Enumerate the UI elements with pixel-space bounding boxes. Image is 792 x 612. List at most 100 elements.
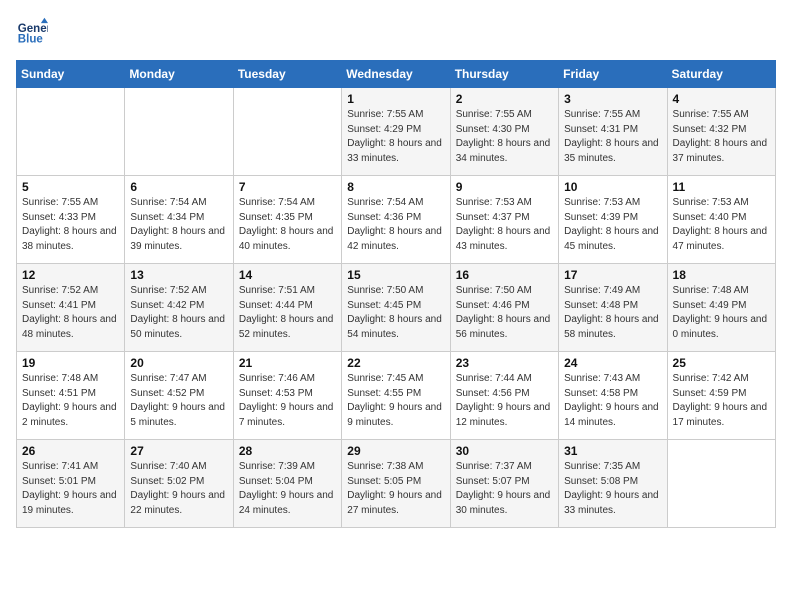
logo: General Blue [16, 16, 52, 48]
calendar-cell: 25 Sunrise: 7:42 AMSunset: 4:59 PMDayligh… [667, 352, 775, 440]
day-number: 24 [564, 356, 661, 370]
day-info: Sunrise: 7:52 AMSunset: 4:41 PMDaylight:… [22, 284, 119, 342]
day-number: 29 [347, 444, 444, 458]
day-info: Sunrise: 7:55 AMSunset: 4:33 PMDaylight:… [22, 196, 119, 254]
day-info: Sunrise: 7:55 AMSunset: 4:32 PMDaylight:… [673, 108, 770, 166]
calendar-cell: 21 Sunrise: 7:46 AMSunset: 4:53 PMDayligh… [233, 352, 341, 440]
day-number: 22 [347, 356, 444, 370]
calendar-cell: 26 Sunrise: 7:41 AMSunset: 5:01 PMDayligh… [17, 440, 125, 528]
calendar-cell: 5 Sunrise: 7:55 AMSunset: 4:33 PMDaylight… [17, 176, 125, 264]
day-number: 14 [239, 268, 336, 282]
calendar-cell: 1 Sunrise: 7:55 AMSunset: 4:29 PMDaylight… [342, 88, 450, 176]
day-info: Sunrise: 7:54 AMSunset: 4:35 PMDaylight:… [239, 196, 336, 254]
day-info: Sunrise: 7:53 AMSunset: 4:40 PMDaylight:… [673, 196, 770, 254]
calendar-week-row: 12 Sunrise: 7:52 AMSunset: 4:41 PMDayligh… [17, 264, 776, 352]
calendar-cell: 31Sunrise: 7:35 AMSunset: 5:08 PMDayligh… [559, 440, 667, 528]
calendar-cell: 12 Sunrise: 7:52 AMSunset: 4:41 PMDayligh… [17, 264, 125, 352]
day-info: Sunrise: 7:53 AMSunset: 4:39 PMDaylight:… [564, 196, 661, 254]
day-number: 30 [456, 444, 553, 458]
calendar-cell: 3 Sunrise: 7:55 AMSunset: 4:31 PMDaylight… [559, 88, 667, 176]
day-number: 25 [673, 356, 770, 370]
day-info: Sunrise: 7:55 AMSunset: 4:29 PMDaylight:… [347, 108, 444, 166]
weekday-header: Sunday [17, 61, 125, 88]
day-info: Sunrise: 7:42 AMSunset: 4:59 PMDaylight:… [673, 372, 770, 430]
day-info: Sunrise: 7:37 AMSunset: 5:07 PMDaylight:… [456, 460, 553, 518]
calendar-cell: 6Sunrise: 7:54 AMSunset: 4:34 PMDaylight… [125, 176, 233, 264]
day-info: Sunrise: 7:55 AMSunset: 4:31 PMDaylight:… [564, 108, 661, 166]
calendar-cell: 2 Sunrise: 7:55 AMSunset: 4:30 PMDaylight… [450, 88, 558, 176]
calendar-cell: 29 Sunrise: 7:38 AMSunset: 5:05 PMDayligh… [342, 440, 450, 528]
weekday-header: Thursday [450, 61, 558, 88]
calendar-cell: 4 Sunrise: 7:55 AMSunset: 4:32 PMDaylight… [667, 88, 775, 176]
day-info: Sunrise: 7:55 AMSunset: 4:30 PMDaylight:… [456, 108, 553, 166]
day-info: Sunrise: 7:41 AMSunset: 5:01 PMDaylight:… [22, 460, 119, 518]
day-number: 10 [564, 180, 661, 194]
day-info: Sunrise: 7:48 AMSunset: 4:51 PMDaylight:… [22, 372, 119, 430]
day-number: 20 [130, 356, 227, 370]
day-number: 18 [673, 268, 770, 282]
day-number: 13 [130, 268, 227, 282]
day-number: 9 [456, 180, 553, 194]
calendar-cell: 7Sunrise: 7:54 AMSunset: 4:35 PMDaylight… [233, 176, 341, 264]
svg-text:Blue: Blue [18, 34, 44, 46]
day-number: 1 [347, 92, 444, 106]
calendar-cell: 14 Sunrise: 7:51 AMSunset: 4:44 PMDayligh… [233, 264, 341, 352]
logo-icon: General Blue [16, 16, 48, 48]
day-info: Sunrise: 7:50 AMSunset: 4:45 PMDaylight:… [347, 284, 444, 342]
day-number: 19 [22, 356, 119, 370]
day-info: Sunrise: 7:51 AMSunset: 4:44 PMDaylight:… [239, 284, 336, 342]
day-number: 21 [239, 356, 336, 370]
day-info: Sunrise: 7:49 AMSunset: 4:48 PMDaylight:… [564, 284, 661, 342]
day-number: 15 [347, 268, 444, 282]
calendar-cell: 9 Sunrise: 7:53 AMSunset: 4:37 PMDaylight… [450, 176, 558, 264]
calendar-header-row: SundayMondayTuesdayWednesdayThursdayFrid… [17, 61, 776, 88]
calendar-cell: 19 Sunrise: 7:48 AMSunset: 4:51 PMDayligh… [17, 352, 125, 440]
day-number: 3 [564, 92, 661, 106]
day-info: Sunrise: 7:54 AMSunset: 4:34 PMDaylight:… [130, 196, 227, 254]
day-number: 28 [239, 444, 336, 458]
day-number: 23 [456, 356, 553, 370]
calendar-cell: 27 Sunrise: 7:40 AMSunset: 5:02 PMDayligh… [125, 440, 233, 528]
day-number: 26 [22, 444, 119, 458]
day-number: 2 [456, 92, 553, 106]
weekday-header: Tuesday [233, 61, 341, 88]
weekday-header: Friday [559, 61, 667, 88]
weekday-header: Monday [125, 61, 233, 88]
calendar-week-row: 19 Sunrise: 7:48 AMSunset: 4:51 PMDayligh… [17, 352, 776, 440]
day-info: Sunrise: 7:38 AMSunset: 5:05 PMDaylight:… [347, 460, 444, 518]
weekday-header: Wednesday [342, 61, 450, 88]
day-info: Sunrise: 7:45 AMSunset: 4:55 PMDaylight:… [347, 372, 444, 430]
calendar-cell: 11 Sunrise: 7:53 AMSunset: 4:40 PMDayligh… [667, 176, 775, 264]
day-info: Sunrise: 7:43 AMSunset: 4:58 PMDaylight:… [564, 372, 661, 430]
calendar-week-row: 1 Sunrise: 7:55 AMSunset: 4:29 PMDaylight… [17, 88, 776, 176]
calendar-cell: 13Sunrise: 7:52 AMSunset: 4:42 PMDayligh… [125, 264, 233, 352]
day-number: 8 [347, 180, 444, 194]
calendar-cell [233, 88, 341, 176]
day-info: Sunrise: 7:44 AMSunset: 4:56 PMDaylight:… [456, 372, 553, 430]
day-number: 11 [673, 180, 770, 194]
day-info: Sunrise: 7:35 AMSunset: 5:08 PMDaylight:… [564, 460, 661, 518]
calendar-week-row: 5 Sunrise: 7:55 AMSunset: 4:33 PMDaylight… [17, 176, 776, 264]
calendar-cell [17, 88, 125, 176]
day-number: 17 [564, 268, 661, 282]
calendar-cell [125, 88, 233, 176]
day-number: 4 [673, 92, 770, 106]
day-info: Sunrise: 7:39 AMSunset: 5:04 PMDaylight:… [239, 460, 336, 518]
weekday-header: Saturday [667, 61, 775, 88]
day-number: 27 [130, 444, 227, 458]
day-number: 5 [22, 180, 119, 194]
calendar-cell [667, 440, 775, 528]
calendar-cell: 16Sunrise: 7:50 AMSunset: 4:46 PMDayligh… [450, 264, 558, 352]
day-info: Sunrise: 7:48 AMSunset: 4:49 PMDaylight:… [673, 284, 770, 342]
day-info: Sunrise: 7:54 AMSunset: 4:36 PMDaylight:… [347, 196, 444, 254]
calendar-cell: 28 Sunrise: 7:39 AMSunset: 5:04 PMDayligh… [233, 440, 341, 528]
day-number: 12 [22, 268, 119, 282]
page-header: General Blue [16, 16, 776, 48]
calendar-cell: 15 Sunrise: 7:50 AMSunset: 4:45 PMDayligh… [342, 264, 450, 352]
day-info: Sunrise: 7:46 AMSunset: 4:53 PMDaylight:… [239, 372, 336, 430]
calendar-week-row: 26 Sunrise: 7:41 AMSunset: 5:01 PMDayligh… [17, 440, 776, 528]
day-info: Sunrise: 7:40 AMSunset: 5:02 PMDaylight:… [130, 460, 227, 518]
day-info: Sunrise: 7:53 AMSunset: 4:37 PMDaylight:… [456, 196, 553, 254]
day-info: Sunrise: 7:47 AMSunset: 4:52 PMDaylight:… [130, 372, 227, 430]
calendar-cell: 24 Sunrise: 7:43 AMSunset: 4:58 PMDayligh… [559, 352, 667, 440]
